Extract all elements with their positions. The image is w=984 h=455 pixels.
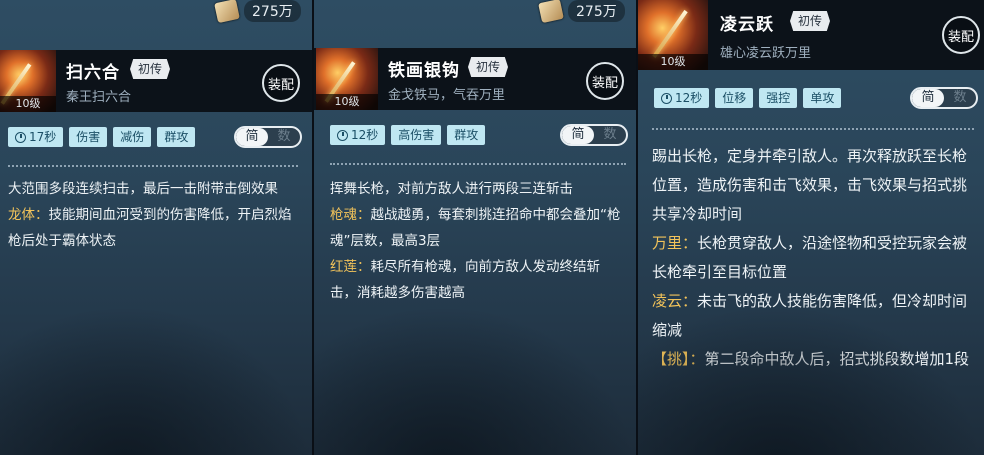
effect-line: 万里：长枪贯穿敌人，沿途怪物和受控玩家会被长枪牵引至目标位置	[652, 234, 968, 281]
effect-line: 【挑】：第二段命中敌人后，招式挑段数增加1段	[652, 350, 970, 368]
scroll-coin-icon	[538, 0, 564, 24]
skill-tags: 17秒 伤害 减伤 群攻	[8, 127, 196, 147]
description-intro: 挥舞长枪，对前方敌人进行两段三连斩击	[330, 181, 573, 197]
toggle-detail[interactable]: 数	[944, 89, 976, 107]
skill-portrait-icon[interactable]: 10级	[638, 0, 708, 70]
equip-button[interactable]: 装配	[262, 64, 300, 102]
effect-line: 凌云：未击飞的敌人技能伤害降低，但冷却时间缩减	[652, 292, 968, 339]
clock-icon	[337, 129, 348, 141]
skill-header: 10级 扫六合 初传 秦王扫六合 装配	[0, 50, 312, 112]
equip-button[interactable]: 装配	[942, 16, 980, 54]
divider	[8, 165, 298, 167]
tag: 位移	[715, 88, 754, 108]
divider	[330, 163, 626, 165]
toggle-simple[interactable]: 简	[562, 126, 594, 144]
skill-portrait-icon[interactable]: 10级	[0, 50, 56, 112]
skill-level: 10级	[316, 94, 378, 110]
simple-detail-toggle[interactable]: 简 数	[234, 126, 302, 148]
tag: 减伤	[113, 127, 152, 147]
clock-icon	[661, 92, 672, 104]
rank-badge: 初传	[130, 59, 171, 79]
tag: 强控	[759, 88, 798, 108]
effect-line: 龙体：技能期间血河受到的伤害降低，开启烈焰枪后处于霸体状态	[8, 207, 292, 249]
skill-panel-1: 275万 10级 扫六合 初传 秦王扫六合 装配 17秒 伤害 减伤 群攻 简 …	[0, 0, 312, 455]
skill-header: 10级 铁画银钩 初传 金戈铁马，气吞万里 装配	[314, 48, 636, 110]
skill-portrait-icon[interactable]: 10级	[316, 48, 378, 110]
rank-badge: 初传	[468, 57, 509, 77]
simple-detail-toggle[interactable]: 简 数	[910, 87, 978, 109]
skill-subtitle: 秦王扫六合	[66, 90, 132, 105]
skill-subtitle: 金戈铁马，气吞万里	[388, 88, 506, 103]
skill-description: 挥舞长枪，对前方敌人进行两段三连斩击 枪魂：越战越勇，每套刺挑连招命中都会叠加“…	[330, 176, 626, 306]
currency-display: 275万	[214, 0, 301, 24]
toggle-simple[interactable]: 简	[912, 89, 944, 107]
cooldown-tag: 12秒	[654, 88, 710, 108]
skill-description: 踢出长枪，定身并牵引敌人。再次释放跃至长枪位置，造成伤害和击飞效果，击飞效果与招…	[652, 142, 974, 374]
tag: 群攻	[447, 125, 486, 145]
cooldown-tag: 12秒	[330, 125, 386, 145]
skill-name: 扫六合	[66, 63, 120, 83]
skill-tags: 12秒 位移 强控 单攻	[654, 88, 842, 108]
currency-display: 275万	[538, 0, 625, 24]
toggle-detail[interactable]: 数	[268, 128, 300, 146]
skill-name: 铁画银钩	[388, 61, 460, 81]
equip-button[interactable]: 装配	[586, 62, 624, 100]
rank-badge: 初传	[790, 11, 831, 31]
tag: 群攻	[157, 127, 196, 147]
currency-value: 275万	[244, 0, 301, 22]
skill-panel-3: 10级 凌云跃 初传 雄心凌云跃万里 装配 12秒 位移 强控 单攻 简 数 踢…	[638, 0, 984, 455]
skill-header: 10级 凌云跃 初传 雄心凌云跃万里 装配	[638, 0, 984, 70]
effect-line: 红莲：耗尽所有枪魂，向前方敌人发动终结斩击，消耗越多伤害越高	[330, 259, 600, 301]
simple-detail-toggle[interactable]: 简 数	[560, 124, 628, 146]
description-intro: 大范围多段连续扫击，最后一击附带击倒效果	[8, 181, 278, 197]
description-intro: 踢出长枪，定身并牵引敌人。再次释放跃至长枪位置，造成伤害和击飞效果，击飞效果与招…	[652, 147, 968, 223]
divider	[652, 128, 974, 130]
toggle-detail[interactable]: 数	[594, 126, 626, 144]
cooldown-tag: 17秒	[8, 127, 64, 147]
tag: 高伤害	[391, 125, 442, 145]
tag: 单攻	[803, 88, 842, 108]
skill-description: 大范围多段连续扫击，最后一击附带击倒效果 龙体：技能期间血河受到的伤害降低，开启…	[8, 176, 298, 254]
currency-value: 275万	[568, 0, 625, 22]
toggle-simple[interactable]: 简	[236, 128, 268, 146]
tag: 伤害	[69, 127, 108, 147]
effect-line: 枪魂：越战越勇，每套刺挑连招命中都会叠加“枪魂”层数，最高3层	[330, 207, 621, 249]
skill-name: 凌云跃	[720, 15, 774, 35]
scroll-coin-icon	[214, 0, 240, 24]
clock-icon	[15, 131, 26, 143]
skill-subtitle: 雄心凌云跃万里	[720, 46, 812, 61]
skill-level: 10级	[0, 96, 56, 112]
skill-tags: 12秒 高伤害 群攻	[330, 125, 486, 145]
skill-level: 10级	[638, 54, 708, 70]
skill-panel-2: 275万 10级 铁画银钩 初传 金戈铁马，气吞万里 装配 12秒 高伤害 群攻…	[314, 0, 636, 455]
